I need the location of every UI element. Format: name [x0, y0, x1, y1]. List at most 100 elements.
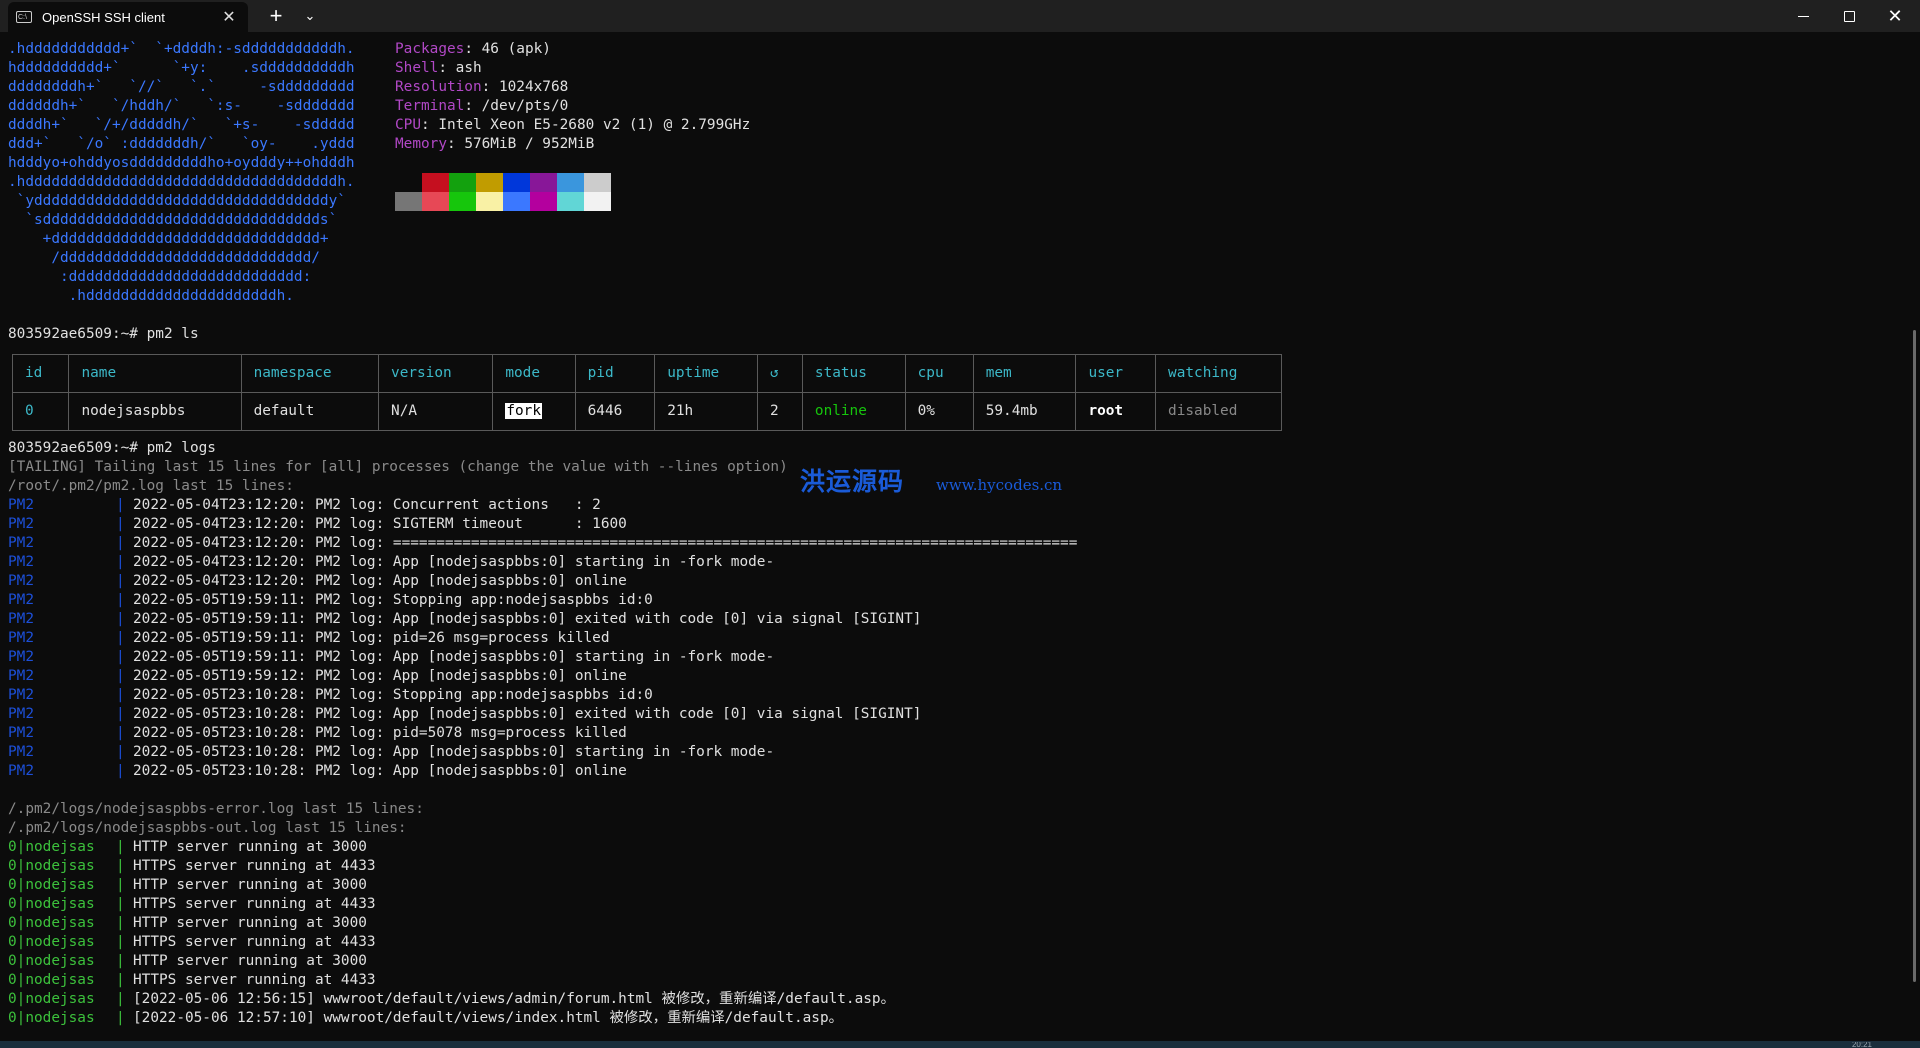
clock: 20:21	[1851, 1042, 1872, 1048]
app-prefix: 0|nodejsas	[8, 877, 95, 893]
sysinfo-key: Terminal	[395, 98, 465, 114]
log-separator: |	[116, 877, 125, 893]
log-text: HTTP server running at 3000	[133, 953, 367, 969]
terminal-icon: C:\	[16, 11, 32, 23]
log-separator: |	[116, 972, 125, 988]
cell-pid: 6446	[574, 392, 656, 431]
pm2-log-line: PM2 | 2022-05-04T23:12:20: PM2 log: Concur…	[8, 496, 601, 515]
tailing-line: [TAILING] Tailing last 15 lines for [all…	[8, 459, 788, 475]
column-header: watching	[1155, 354, 1282, 393]
mode-value: fork	[505, 403, 542, 419]
app-log-line: 0|nodejsas | HTTPS server running at 4433	[8, 933, 376, 952]
log-separator: |	[116, 858, 125, 874]
cell-user: root	[1075, 392, 1157, 431]
log-separator: |	[116, 839, 125, 855]
sysinfo-key: Memory	[395, 136, 447, 152]
log-separator: |	[116, 915, 125, 931]
cell-id: 0	[11, 392, 70, 431]
log-separator: |	[116, 706, 125, 722]
error-log-header: /.pm2/logs/nodejsaspbbs-error.log last 1…	[8, 801, 424, 817]
title-bar: C:\ OpenSSH SSH client ✕ + ⌄ ✕	[0, 0, 1920, 32]
app-log-line: 0|nodejsas | HTTP server running at 3000	[8, 876, 367, 895]
log-text: HTTP server running at 3000	[133, 839, 367, 855]
scrollbar[interactable]	[1913, 330, 1916, 982]
tab-openssh[interactable]: C:\ OpenSSH SSH client ✕	[8, 2, 248, 32]
color-swatch	[584, 173, 611, 192]
logo-line: hdddyo+ohddyosdddddddddho+oydddy++ohdddh	[8, 155, 355, 171]
pm2-log-line: PM2 | 2022-05-05T23:10:28: PM2 log: App [n…	[8, 743, 774, 762]
log-text: 2022-05-04T23:12:20: PM2 log: App [nodej…	[133, 554, 775, 570]
app-log-line: 0|nodejsas | HTTPS server running at 4433	[8, 895, 376, 914]
color-swatch	[422, 192, 449, 211]
pm2-prefix: PM2	[8, 592, 34, 608]
close-window-button[interactable]: ✕	[1872, 0, 1918, 32]
app-log-line: 0|nodejsas | HTTPS server running at 4433	[8, 971, 376, 990]
pm2-prefix: PM2	[8, 744, 34, 760]
sysinfo-value: /dev/pts/0	[481, 98, 569, 114]
chevron-down-icon[interactable]: ⌄	[298, 4, 322, 28]
column-header: mode	[492, 354, 576, 393]
log-text: 2022-05-05T19:59:11: PM2 log: App [nodej…	[133, 611, 922, 627]
column-header: namespace	[240, 354, 380, 393]
logo-line: /ddddddddddddddddddddddddddddd/	[8, 250, 320, 266]
sysinfo-separator: :	[438, 60, 456, 76]
sysinfo-line: Resolution: 1024x768	[395, 78, 568, 97]
pm2-prefix: PM2	[8, 687, 34, 703]
log-separator: |	[116, 573, 125, 589]
log-text: HTTP server running at 3000	[133, 915, 367, 931]
app-prefix: 0|nodejsas	[8, 934, 95, 950]
minimize-button[interactable]	[1780, 0, 1826, 32]
pm2-prefix: PM2	[8, 630, 34, 646]
column-header: version	[378, 354, 494, 393]
cell-mode: fork	[492, 392, 576, 431]
app-prefix: 0|nodejsas	[8, 1010, 95, 1026]
log-text: HTTPS server running at 4433	[133, 858, 376, 874]
color-swatch	[530, 173, 557, 192]
column-header: name	[68, 354, 242, 393]
sysinfo-line: Shell: ash	[395, 59, 482, 78]
pm2-log-line: PM2 | 2022-05-05T23:10:28: PM2 log: Stoppi…	[8, 686, 653, 705]
cell-watching: disabled	[1155, 392, 1282, 431]
color-swatch	[395, 192, 422, 211]
app-prefix: 0|nodejsas	[8, 972, 95, 988]
log-separator: |	[116, 649, 125, 665]
pm2-log-line: PM2 | 2022-05-04T23:12:20: PM2 log: App [n…	[8, 572, 627, 591]
app-prefix: 0|nodejsas	[8, 991, 95, 1007]
minimize-icon	[1797, 15, 1809, 17]
log-separator: |	[116, 953, 125, 969]
pm2-prefix: PM2	[8, 554, 34, 570]
table-header-row: id name namespace version mode pid uptime ↺ stat…	[11, 354, 1282, 393]
taskbar-strip	[0, 1041, 1920, 1048]
app-prefix: 0|nodejsas	[8, 858, 95, 874]
maximize-icon	[1843, 10, 1855, 22]
color-swatch	[530, 192, 557, 211]
column-header: user	[1075, 354, 1157, 393]
log-text: 2022-05-05T23:10:28: PM2 log: App [nodej…	[133, 744, 775, 760]
app-prefix: 0|nodejsas	[8, 915, 95, 931]
watermark-url: www.hycodes.cn	[936, 476, 1063, 494]
maximize-button[interactable]	[1826, 0, 1872, 32]
color-swatch	[503, 192, 530, 211]
pm2-log-line: PM2 | 2022-05-04T23:12:20: PM2 log: ======…	[8, 534, 1077, 553]
column-header: ↺	[756, 354, 803, 393]
log-separator: |	[116, 725, 125, 741]
prompt-pm2-logs: 803592ae6509:~# pm2 logs	[8, 440, 216, 456]
log-text: 2022-05-05T19:59:11: PM2 log: pid=26 msg…	[133, 630, 610, 646]
log-text: [2022-05-06 12:57:10] wwwroot/default/vi…	[133, 1010, 843, 1026]
pm2-prefix: PM2	[8, 649, 34, 665]
sysinfo-value: ash	[455, 60, 482, 76]
sysinfo-key: Resolution	[395, 79, 482, 95]
log-text: HTTPS server running at 4433	[133, 972, 376, 988]
pm2-prefix: PM2	[8, 516, 34, 532]
column-header: status	[801, 354, 906, 393]
log-text: 2022-05-04T23:12:20: PM2 log: ==========…	[133, 535, 1078, 551]
pm2-log-line: PM2 | 2022-05-05T23:10:28: PM2 log: pid=50…	[8, 724, 627, 743]
column-header: cpu	[904, 354, 974, 393]
tab-close-icon[interactable]: ✕	[218, 7, 240, 27]
log-text: 2022-05-05T23:10:28: PM2 log: App [nodej…	[133, 706, 922, 722]
color-swatch	[557, 173, 584, 192]
terminal-area[interactable]: .hddddddddddd+` `+ddddh:-sdddddddddddh. h…	[8, 40, 1900, 1040]
new-tab-button[interactable]: +	[262, 4, 290, 28]
cell-name: nodejsaspbbs	[68, 392, 242, 431]
out-log-header: /.pm2/logs/nodejsaspbbs-out.log last 15 …	[8, 820, 407, 836]
